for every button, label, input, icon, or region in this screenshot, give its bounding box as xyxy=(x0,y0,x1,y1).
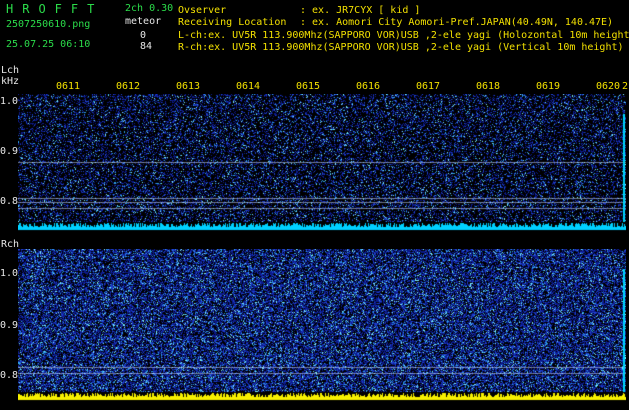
meteor-label: meteor xyxy=(125,16,162,27)
rch-spectrogram-canvas xyxy=(18,249,626,401)
x-tick-0620: 0620 xyxy=(596,81,621,92)
filename-label: 2507250610.png xyxy=(6,19,91,30)
x-tick-partial: 2 xyxy=(622,81,629,92)
meteor-count-r: 84 xyxy=(140,41,153,52)
rch-label: Rch xyxy=(1,239,20,250)
meteor-count-l: 0 xyxy=(140,30,147,41)
x-tick-0615: 0615 xyxy=(296,81,321,92)
x-tick-0617: 0617 xyxy=(416,81,441,92)
x-tick-0616: 0616 xyxy=(356,81,381,92)
x-tick-0611: 0611 xyxy=(56,81,81,92)
x-tick-0613: 0613 xyxy=(176,81,201,92)
datetime-label: 25.07.25 06:10 xyxy=(6,39,91,50)
rch-y-tick-1-0: 1.0 xyxy=(0,268,19,279)
rch-y-tick-0-8: 0.8 xyxy=(0,370,19,381)
lch-label: Lch xyxy=(1,65,20,76)
lch-spectrogram-canvas xyxy=(18,94,626,231)
app-title: HROFFT xyxy=(6,2,104,16)
lch-spectrogram xyxy=(18,94,626,231)
lch-y-tick-0-8: 0.8 xyxy=(0,196,19,207)
observer-info-values: : ex. JR7CYX [ kid ] : ex. Aomori City A… xyxy=(300,5,614,29)
x-tick-0619: 0619 xyxy=(536,81,561,92)
lch-y-tick-0-9: 0.9 xyxy=(0,146,19,157)
x-tick-0614: 0614 xyxy=(236,81,261,92)
lch-y-tick-1-0: 1.0 xyxy=(0,96,19,107)
rch-spectrogram xyxy=(18,249,626,401)
mode-label: 2ch 0.30 xyxy=(125,3,174,14)
rch-y-tick-0-9: 0.9 xyxy=(0,320,19,331)
x-tick-0612: 0612 xyxy=(116,81,141,92)
khz-label: kHz xyxy=(1,76,20,87)
x-tick-0618: 0618 xyxy=(476,81,501,92)
